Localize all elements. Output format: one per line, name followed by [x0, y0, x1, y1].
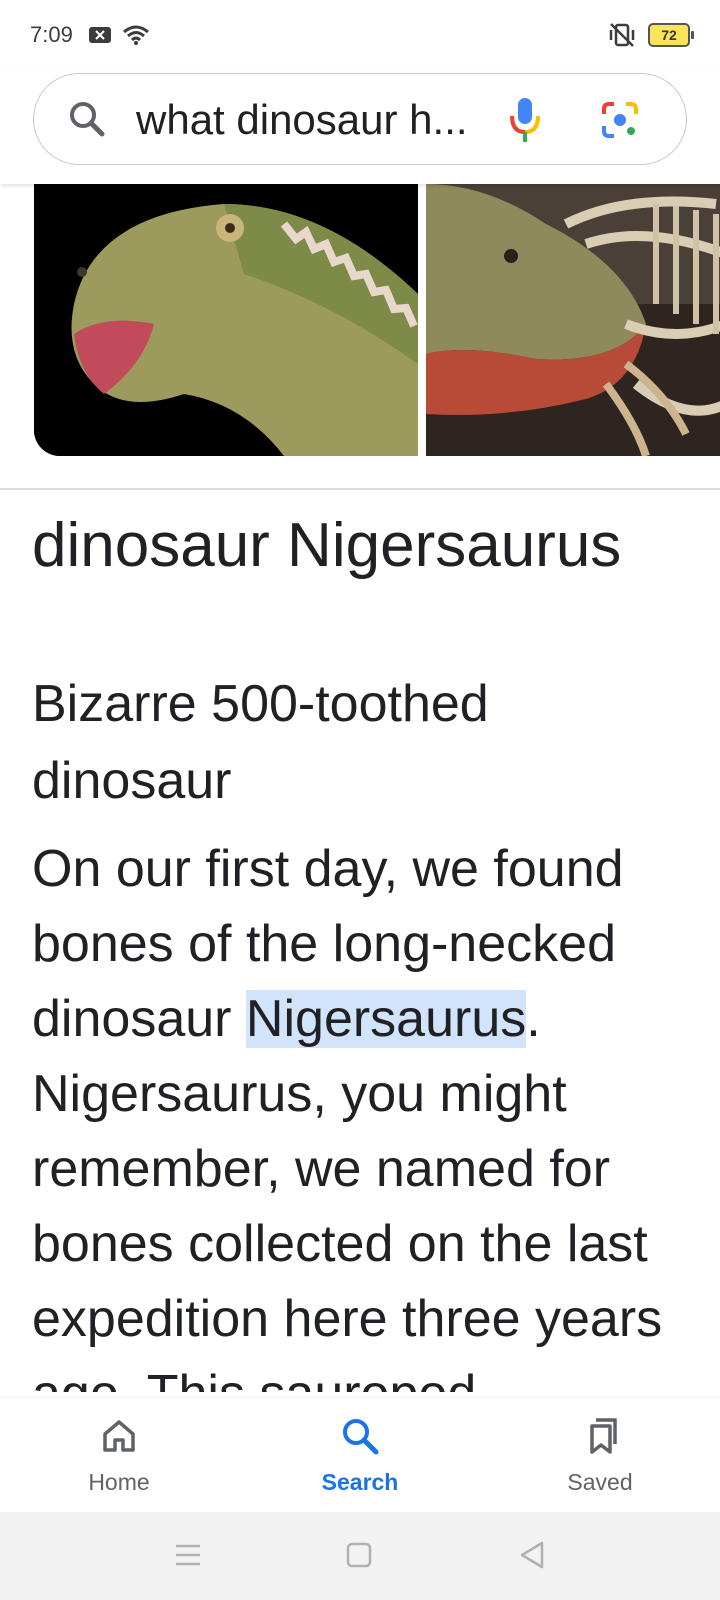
menu-icon[interactable] — [174, 1542, 202, 1568]
search-input[interactable]: what dinosaur h... — [136, 96, 476, 144]
result-subtitle: Bizarre 500-toothed dinosaur — [32, 675, 489, 810]
search-bar[interactable]: what dinosaur h... — [33, 73, 687, 165]
snippet-highlight: Nigersaurus — [245, 990, 527, 1048]
back-icon[interactable] — [518, 1540, 546, 1570]
battery-indicator: 72 — [648, 23, 694, 47]
nav-item-search[interactable]: Search — [270, 1416, 450, 1496]
nav-label-search: Search — [321, 1469, 399, 1495]
status-time: 7:09 — [30, 22, 73, 47]
nav-label-home: Home — [88, 1469, 150, 1495]
status-bar: 7:09 72 — [0, 0, 720, 70]
bookmark-icon — [590, 1418, 617, 1454]
mute-vibrate-icon — [609, 23, 635, 47]
bottom-navigation: Home Search Saved — [0, 1398, 720, 1512]
snippet-text-continued: . Nigersaurus, you might remember, we na… — [32, 990, 663, 1392]
dinosaur-head-image[interactable] — [34, 184, 418, 456]
dinosaur-head-photo — [34, 184, 418, 456]
result-title: dinosaur Nigersaurus — [32, 511, 622, 580]
section-divider — [0, 488, 720, 490]
wifi-icon — [123, 25, 149, 45]
system-navigation-bar — [0, 1512, 720, 1600]
notification-icon — [89, 27, 111, 43]
status-icons-left — [88, 24, 150, 46]
search-icon — [343, 1419, 379, 1455]
google-lens-icon[interactable] — [600, 100, 640, 140]
nav-label-saved: Saved — [567, 1469, 633, 1495]
dinosaur-skeleton-image[interactable] — [426, 184, 720, 456]
search-header: what dinosaur h... — [0, 70, 720, 184]
result-snippet: On our first day, we found bones of the … — [32, 832, 692, 1392]
microphone-icon[interactable] — [508, 96, 542, 144]
nav-item-home[interactable]: Home — [29, 1416, 209, 1496]
nav-item-saved[interactable]: Saved — [510, 1416, 690, 1496]
image-carousel[interactable] — [0, 184, 720, 456]
status-icons-right: 72 — [608, 22, 694, 48]
dinosaur-skeleton-photo — [426, 184, 720, 456]
search-icon — [70, 102, 105, 137]
home-icon — [103, 1420, 135, 1452]
home-square-icon[interactable] — [346, 1542, 372, 1568]
